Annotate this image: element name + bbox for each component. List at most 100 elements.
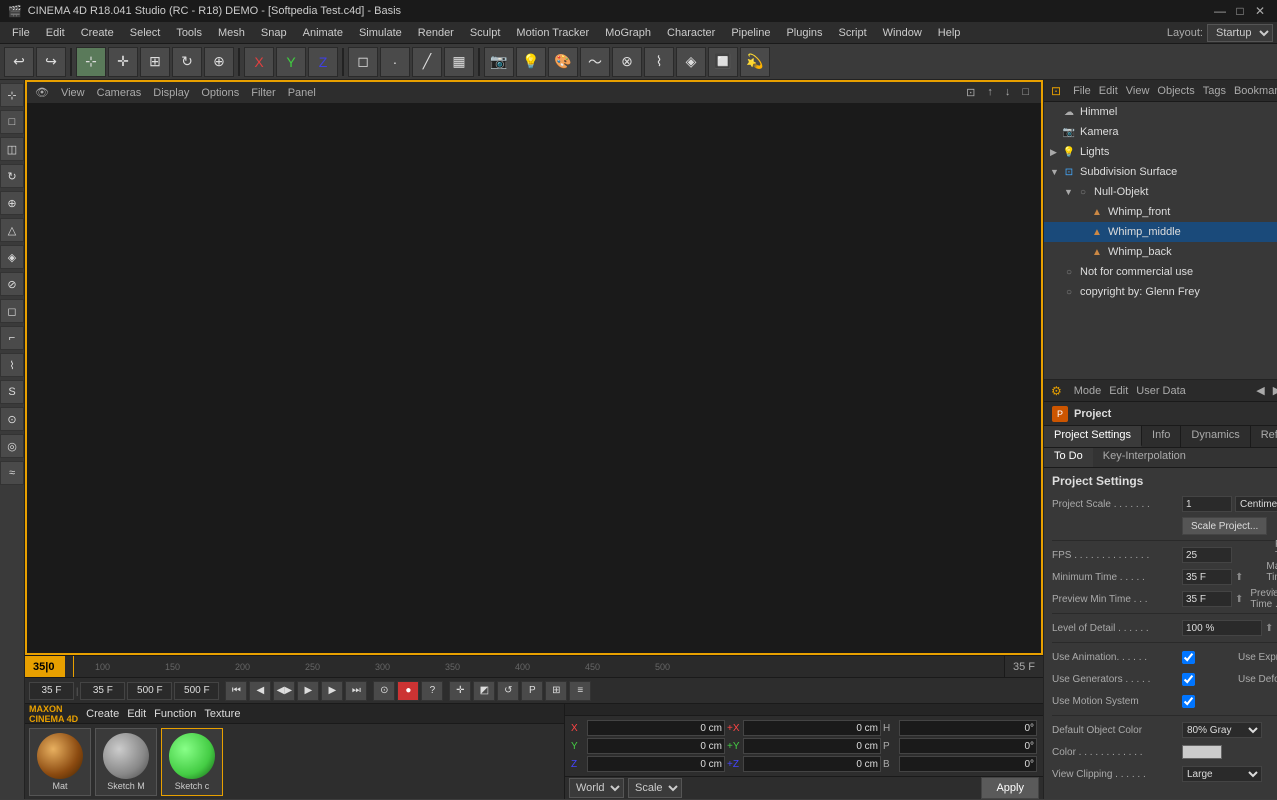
move-tool[interactable]: ✛	[108, 47, 138, 77]
attrs-nav-fwd[interactable]: ▶	[1270, 384, 1277, 397]
om-menu-edit[interactable]: Edit	[1096, 85, 1121, 97]
play-button[interactable]: ▶	[297, 681, 319, 701]
om-row-null[interactable]: ▼ ○ Null-Objekt	[1044, 182, 1277, 202]
subtab-key-interpolation[interactable]: Key-Interpolation	[1093, 448, 1196, 467]
camera-tool[interactable]: 📷	[484, 47, 514, 77]
left-btn-12[interactable]: S	[0, 380, 24, 404]
end-frame-input[interactable]	[127, 682, 172, 700]
undo-button[interactable]: ↩	[4, 47, 34, 77]
view-btn-1[interactable]: ⊡	[962, 86, 979, 99]
attrs-menu-mode[interactable]: Mode	[1071, 385, 1105, 397]
use-generators-checkbox[interactable]	[1182, 673, 1195, 686]
min-time-stepper[interactable]: ⬆	[1235, 572, 1243, 583]
om-row-copyright[interactable]: ○ copyright by: Glenn Frey	[1044, 282, 1277, 302]
preview-min-stepper[interactable]: ⬆	[1235, 594, 1243, 605]
layout-key-button[interactable]: ⊞	[545, 681, 567, 701]
help-button[interactable]: ?	[421, 681, 443, 701]
left-btn-2[interactable]: □	[0, 110, 24, 134]
object-mode[interactable]: ◻	[348, 47, 378, 77]
h-input[interactable]	[899, 720, 1037, 736]
lod-stepper[interactable]: ⬆	[1265, 623, 1273, 634]
om-row-kamera[interactable]: 📷 Kamera	[1044, 122, 1277, 142]
attrs-menu-edit[interactable]: Edit	[1106, 385, 1131, 397]
scale-project-button[interactable]: Scale Project...	[1182, 517, 1267, 535]
prev-frame-button[interactable]: ◀	[249, 681, 271, 701]
project-scale-input[interactable]	[1182, 496, 1232, 512]
left-btn-9[interactable]: ◻	[0, 299, 24, 323]
preview-min-input[interactable]	[1182, 591, 1232, 607]
left-btn-15[interactable]: ≈	[0, 461, 24, 485]
left-btn-10[interactable]: ⌐	[0, 326, 24, 350]
view-btn-4[interactable]: □	[1018, 86, 1033, 99]
left-btn-6[interactable]: △	[0, 218, 24, 242]
view-btn-2[interactable]: ↑	[983, 86, 997, 99]
y-pos-input[interactable]	[587, 738, 725, 754]
mat-menu-create[interactable]: Create	[86, 708, 119, 720]
left-btn-1[interactable]: ⊹	[0, 83, 24, 107]
om-row-whimp-middle[interactable]: ▲ Whimp_middle ⊞	[1044, 222, 1277, 242]
menu-character[interactable]: Character	[659, 25, 723, 41]
om-row-whimp-back[interactable]: ▲ Whimp_back ⊞ ●	[1044, 242, 1277, 262]
subtab-todo[interactable]: To Do	[1044, 448, 1093, 467]
b-input[interactable]	[899, 756, 1037, 772]
p-input[interactable]	[899, 738, 1037, 754]
view-menu-cameras[interactable]: Cameras	[93, 87, 146, 99]
menu-select[interactable]: Select	[122, 25, 169, 41]
tab-info[interactable]: Info	[1142, 426, 1181, 447]
min-time-input[interactable]	[1182, 569, 1232, 585]
mat-menu-function[interactable]: Function	[154, 708, 196, 720]
menu-tools[interactable]: Tools	[168, 25, 210, 41]
apply-button[interactable]: Apply	[981, 777, 1039, 799]
minimize-button[interactable]: —	[1211, 2, 1229, 20]
left-btn-13[interactable]: ⊙	[0, 407, 24, 431]
render-preview[interactable]: 🔲	[708, 47, 738, 77]
view-menu-panel[interactable]: Panel	[284, 87, 320, 99]
x-size-input[interactable]	[743, 720, 881, 736]
scale-tool[interactable]: ⊞	[140, 47, 170, 77]
om-menu-tags[interactable]: Tags	[1200, 85, 1229, 97]
left-btn-8[interactable]: ⊘	[0, 272, 24, 296]
tab-dynamics[interactable]: Dynamics	[1181, 426, 1250, 447]
menu-file[interactable]: File	[4, 25, 38, 41]
deform-tool[interactable]: ⌇	[644, 47, 674, 77]
menu-mograph[interactable]: MoGraph	[597, 25, 659, 41]
left-btn-3[interactable]: ◫	[0, 137, 24, 161]
left-btn-4[interactable]: ↻	[0, 164, 24, 188]
world-dropdown[interactable]: World	[569, 778, 624, 798]
z-axis-button[interactable]: Z	[308, 47, 338, 77]
view-menu-options[interactable]: Options	[197, 87, 243, 99]
move-key-button[interactable]: ✛	[449, 681, 471, 701]
project-scale-unit[interactable]: Centimeters	[1235, 496, 1277, 512]
tab-referenzierung[interactable]: Referenzierung	[1251, 426, 1277, 447]
x-pos-input[interactable]	[587, 720, 725, 736]
menu-mesh[interactable]: Mesh	[210, 25, 253, 41]
om-row-whimp-front[interactable]: ▲ Whimp_front ⊞ ●	[1044, 202, 1277, 222]
record-button[interactable]: ●	[397, 681, 419, 701]
left-btn-7[interactable]: ◈	[0, 245, 24, 269]
view-menu-filter[interactable]: Filter	[247, 87, 279, 99]
light-tool[interactable]: 💡	[516, 47, 546, 77]
x-axis-button[interactable]: X	[244, 47, 274, 77]
play-reverse-button[interactable]: ◀▶	[273, 681, 295, 701]
go-start-button[interactable]: ⏮	[225, 681, 247, 701]
window-controls[interactable]: — □ ✕	[1211, 2, 1269, 20]
texture-tool[interactable]: 🎨	[548, 47, 578, 77]
om-row-lights[interactable]: ▶ 💡 Lights	[1044, 142, 1277, 162]
menu-render[interactable]: Render	[410, 25, 462, 41]
rotate-tool[interactable]: ↻	[172, 47, 202, 77]
mat-menu-edit[interactable]: Edit	[127, 708, 146, 720]
attrs-nav-back[interactable]: ◀	[1253, 384, 1267, 397]
current-frame-input[interactable]	[80, 682, 125, 700]
om-row-not-commercial[interactable]: ○ Not for commercial use	[1044, 262, 1277, 282]
boole-tool[interactable]: ⊗	[612, 47, 642, 77]
morph-tool[interactable]: ◈	[676, 47, 706, 77]
timeline-ruler[interactable]: 100 150 200 250 300 350 400 450 500	[65, 656, 1004, 677]
close-button[interactable]: ✕	[1251, 2, 1269, 20]
next-frame-button[interactable]: ▶	[321, 681, 343, 701]
menu-motion-tracker[interactable]: Motion Tracker	[508, 25, 597, 41]
om-menu-bookmarks[interactable]: Bookmarks	[1231, 85, 1277, 97]
z-pos-input[interactable]	[587, 756, 725, 772]
mat-menu-texture[interactable]: Texture	[204, 708, 240, 720]
view-btn-3[interactable]: ↓	[1001, 86, 1015, 99]
select-tool[interactable]: ⊹	[76, 47, 106, 77]
